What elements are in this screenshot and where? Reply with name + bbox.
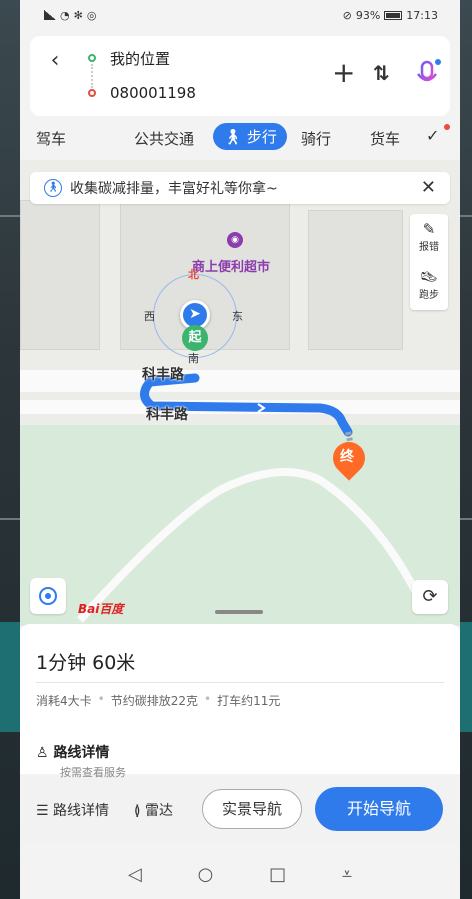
travel-mode-tabs: 驾车 公共交通 🚶︎ 步行 骑行 货车 ✓ bbox=[20, 120, 460, 156]
map-view[interactable]: ◉ 商上便利超市 科丰路 科丰路 北 西 东 南 ➤ 起 终 bbox=[20, 160, 460, 626]
divider bbox=[36, 682, 444, 683]
compass-west: 西 bbox=[144, 310, 155, 323]
status-right: ⊘ 93% 17:13 bbox=[343, 9, 438, 22]
run-button[interactable]: 👟︎ 跑步 bbox=[410, 262, 448, 310]
locate-me-button[interactable] bbox=[30, 578, 66, 614]
shoe-icon: 👟︎ bbox=[419, 268, 439, 286]
report-error-label: 报错 bbox=[419, 242, 439, 253]
add-stop-button[interactable]: + bbox=[332, 58, 355, 88]
radar-icon: ≬ bbox=[134, 803, 141, 819]
start-input[interactable]: 我的位置 bbox=[110, 48, 170, 69]
radar-button[interactable]: ≬ 雷达 bbox=[134, 800, 173, 820]
tab-transit[interactable]: 公共交通 bbox=[134, 128, 194, 149]
tab-walk[interactable]: 🚶︎ 步行 bbox=[213, 123, 287, 150]
separator-dot: • bbox=[97, 692, 105, 706]
notification-pull-icon[interactable]: ⩡ bbox=[342, 864, 352, 885]
tab-bike[interactable]: 骑行 bbox=[301, 128, 331, 149]
road-label: 科丰路 bbox=[146, 407, 188, 423]
calories: 消耗4大卡 bbox=[36, 694, 92, 708]
report-error-button[interactable]: ✎ 报错 bbox=[410, 214, 448, 262]
location-status-icon: ◎ bbox=[86, 8, 97, 22]
clock: 17:13 bbox=[406, 8, 438, 22]
close-icon[interactable]: ✕ bbox=[421, 177, 436, 198]
separator-dot: • bbox=[204, 692, 212, 706]
refresh-icon[interactable]: ⟳ bbox=[412, 580, 448, 614]
taxi-cost: 打车约11元 bbox=[217, 694, 281, 708]
tab-drive[interactable]: 驾车 bbox=[36, 128, 66, 149]
back-triangle-icon[interactable]: ◁ bbox=[128, 864, 142, 885]
route-detail-heading[interactable]: ♙ 路线详情 bbox=[36, 742, 109, 762]
compass-east: 东 bbox=[232, 310, 243, 323]
tab-walk-label: 步行 bbox=[246, 128, 277, 146]
run-label: 跑步 bbox=[419, 290, 439, 301]
notification-dot bbox=[444, 124, 450, 130]
start-dot-icon bbox=[88, 54, 96, 62]
system-nav-bar: ◁ ○ □ ⩡ bbox=[20, 850, 460, 899]
radar-label: 雷达 bbox=[144, 803, 173, 819]
status-bar: ◔ ✻ ◎ ⊘ 93% 17:13 bbox=[20, 0, 460, 30]
battery-percent: 93% bbox=[355, 8, 381, 22]
locate-icon bbox=[39, 587, 57, 605]
walk-circle-icon: 🚶︎ bbox=[44, 179, 62, 197]
walk-icon: 🚶︎ bbox=[223, 128, 243, 146]
recents-square-icon[interactable]: □ bbox=[269, 864, 286, 885]
start-nav-button[interactable]: 开始导航 bbox=[315, 787, 443, 831]
route-detail-button[interactable]: ☰ 路线详情 bbox=[36, 800, 109, 820]
supermarket-icon: ◉ bbox=[227, 232, 243, 248]
tab-truck[interactable]: 货车 bbox=[370, 128, 400, 149]
route-card: ‹ 我的位置 080001198 + ⇅ bbox=[30, 36, 450, 116]
sheet-drag-handle[interactable] bbox=[215, 610, 263, 614]
poi-label[interactable]: 商上便利超市 bbox=[192, 256, 270, 275]
route-detail-label: 路线详情 bbox=[53, 803, 110, 819]
route-stats: 消耗4大卡 • 节约碳排放22克 • 打车约11元 bbox=[36, 692, 280, 709]
phone-screen: ◔ ✻ ◎ ⊘ 93% 17:13 ‹ 我的位置 080001198 + ⇅ 驾… bbox=[20, 0, 460, 899]
compass-south: 南 bbox=[188, 352, 199, 365]
end-marker-label: 终 bbox=[340, 449, 354, 465]
end-input[interactable]: 080001198 bbox=[110, 84, 196, 102]
status-left: ◔ ✻ ◎ bbox=[44, 9, 96, 22]
compass-north: 北 bbox=[188, 268, 199, 281]
baidu-logo: Bai百度 bbox=[78, 602, 124, 616]
side-tools: ✎ 报错 👟︎ 跑步 bbox=[410, 214, 448, 310]
signal-icon bbox=[44, 10, 56, 20]
start-marker: 起 bbox=[182, 325, 208, 351]
person-icon: ♙ bbox=[36, 745, 49, 761]
swap-route-button[interactable]: ⇅ bbox=[373, 61, 390, 85]
wifi-icon: ◔ bbox=[60, 8, 70, 22]
end-dot-icon bbox=[88, 89, 96, 97]
route-duration: 1分钟 60米 bbox=[36, 652, 136, 674]
more-modes-chevron-icon[interactable]: ✓ bbox=[426, 126, 439, 145]
road-label: 科丰路 bbox=[142, 367, 184, 383]
carbon-saved: 节约碳排放22克 bbox=[110, 694, 198, 708]
voice-mic-icon[interactable] bbox=[414, 56, 442, 90]
real-scene-nav-button[interactable]: 实景导航 bbox=[202, 789, 302, 829]
battery-icon bbox=[384, 10, 403, 20]
route-summary-sheet: 1分钟 60米 消耗4大卡 • 节约碳排放22克 • 打车约11元 ♙ 路线详情… bbox=[20, 624, 460, 779]
carbon-banner[interactable]: 🚶︎ 收集碳减排量，丰富好礼等你拿~ ✕ bbox=[30, 172, 450, 204]
route-detail-title: 路线详情 bbox=[53, 745, 110, 761]
action-bar: ☰ 路线详情 ≬ 雷达 实景导航 开始导航 bbox=[20, 778, 460, 844]
edit-icon: ✎ bbox=[422, 220, 436, 238]
park-path bbox=[77, 468, 424, 623]
banner-text: 收集碳减排量，丰富好礼等你拿~ bbox=[70, 181, 278, 197]
route-connector bbox=[91, 64, 93, 88]
mute-icon: ⊘ bbox=[342, 8, 352, 22]
bluetooth-icon: ✻ bbox=[73, 8, 83, 22]
map-overlay bbox=[77, 373, 424, 623]
home-circle-icon[interactable]: ○ bbox=[198, 864, 214, 885]
list-icon: ☰ bbox=[36, 803, 49, 819]
back-button[interactable]: ‹ bbox=[40, 46, 70, 76]
